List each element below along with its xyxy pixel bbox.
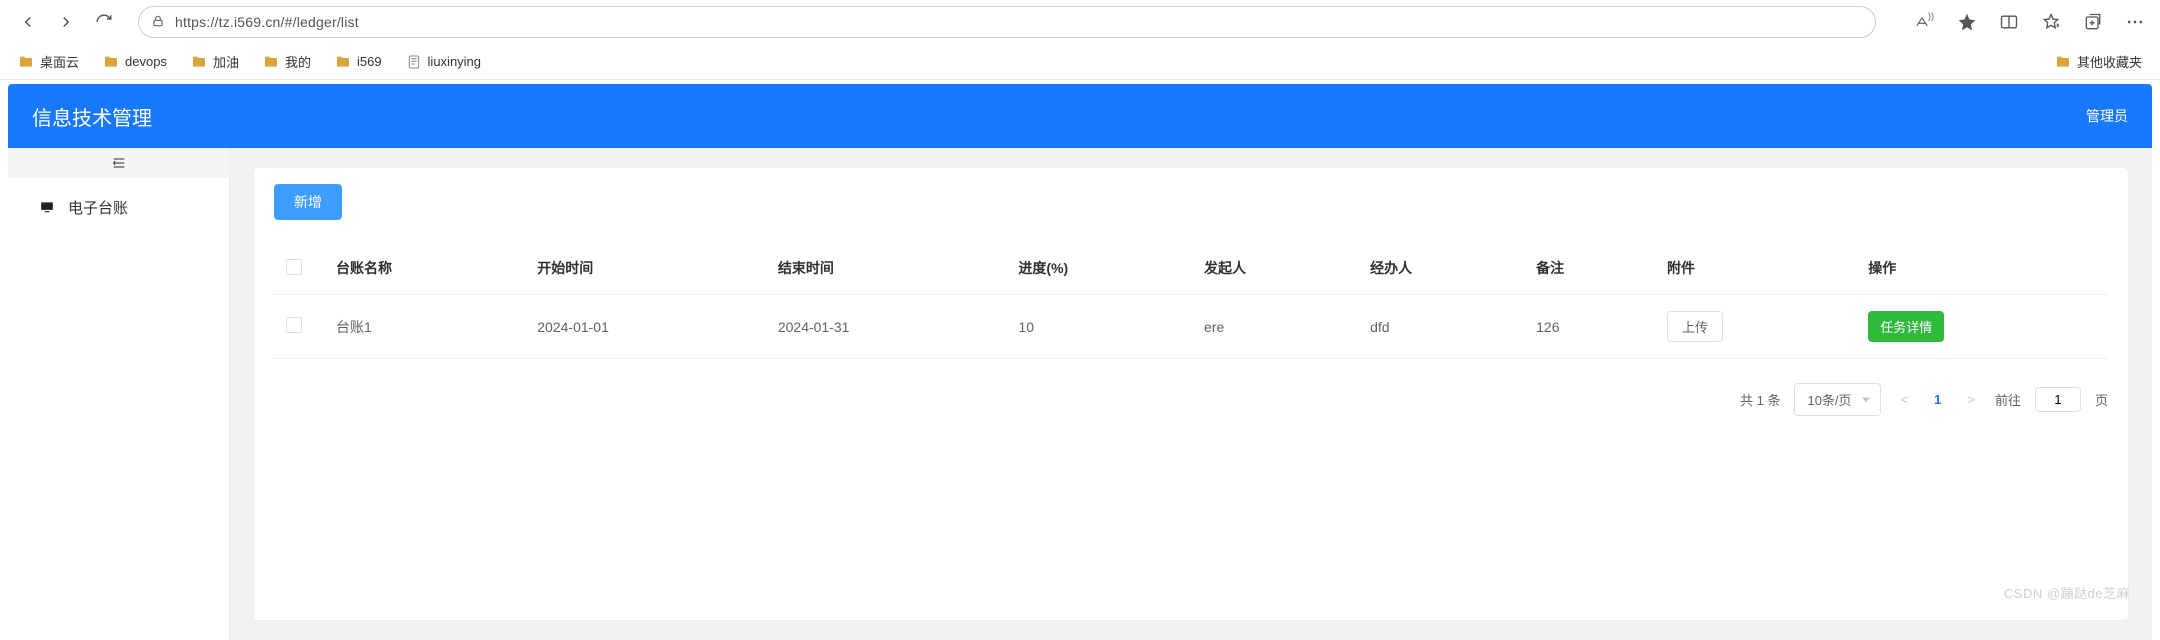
browser-toolbar: https://tz.i569.cn/#/ledger/list ))	[0, 0, 2160, 44]
sidebar-item-ledger[interactable]: 电子台账	[8, 178, 229, 236]
table-row: 台账1 2024-01-01 2024-01-31 10 ere dfd 126…	[274, 295, 2108, 359]
page-size-select[interactable]: 10条/页	[1794, 383, 1880, 416]
col-progress: 进度(%)	[1006, 242, 1192, 295]
next-page-button[interactable]: >	[1961, 388, 1981, 411]
content-card: 新增 台账名称 开始时间 结束时间 进度(%) 发起人 经办人 备注 附件 操作	[254, 168, 2128, 620]
sidebar-collapse-toggle[interactable]	[8, 148, 229, 178]
col-end: 结束时间	[766, 242, 1007, 295]
current-page[interactable]: 1	[1928, 392, 1947, 407]
col-action: 操作	[1856, 242, 2108, 295]
refresh-button[interactable]	[90, 8, 118, 36]
bookmark-folder[interactable]: i569	[335, 54, 382, 70]
more-icon[interactable]	[2124, 11, 2146, 33]
sidebar: 电子台账	[8, 148, 230, 640]
select-all-checkbox[interactable]	[286, 259, 302, 275]
pagination-total: 共 1 条	[1740, 390, 1780, 409]
bookmarks-bar: 桌面云 devops 加油 我的 i569 liuxinying 其他收藏夹	[0, 44, 2160, 80]
cell-start: 2024-01-01	[525, 295, 766, 359]
sidebar-item-label: 电子台账	[68, 197, 128, 218]
app-header: 信息技术管理 管理员	[8, 84, 2152, 148]
col-handler: 经办人	[1358, 242, 1524, 295]
cell-end: 2024-01-31	[766, 295, 1007, 359]
cell-initiator: ere	[1192, 295, 1358, 359]
address-bar[interactable]: https://tz.i569.cn/#/ledger/list	[138, 6, 1876, 38]
bookmark-folder[interactable]: 桌面云	[18, 52, 79, 71]
browser-right-icons: ))	[1914, 11, 2146, 33]
back-button[interactable]	[14, 8, 42, 36]
url-text: https://tz.i569.cn/#/ledger/list	[175, 14, 1863, 30]
pagination: 共 1 条 10条/页 < 1 > 前往 页	[274, 383, 2108, 416]
forward-button[interactable]	[52, 8, 80, 36]
read-aloud-icon[interactable]: ))	[1914, 11, 1936, 33]
ledger-table: 台账名称 开始时间 结束时间 进度(%) 发起人 经办人 备注 附件 操作 台	[274, 242, 2108, 359]
app-body: 电子台账 新增 台账名称 开始时间 结束时间 进度(%) 发起人 经办人 备注	[8, 148, 2152, 640]
page-suffix: 页	[2095, 390, 2108, 409]
main-content: 新增 台账名称 开始时间 结束时间 进度(%) 发起人 经办人 备注 附件 操作	[230, 148, 2152, 640]
col-attachment: 附件	[1655, 242, 1856, 295]
admin-label[interactable]: 管理员	[2086, 106, 2128, 126]
task-detail-button[interactable]: 任务详情	[1868, 311, 1944, 342]
monitor-icon	[38, 200, 56, 214]
split-screen-icon[interactable]	[1998, 11, 2020, 33]
lock-icon	[151, 14, 165, 31]
watermark: CSDN @蹦跶de芝麻	[2004, 583, 2130, 602]
cell-progress: 10	[1006, 295, 1192, 359]
table-header-row: 台账名称 开始时间 结束时间 进度(%) 发起人 经办人 备注 附件 操作	[274, 242, 2108, 295]
favorites-icon[interactable]	[2040, 11, 2062, 33]
other-bookmarks[interactable]: 其他收藏夹	[2055, 52, 2142, 71]
collections-icon[interactable]	[2082, 11, 2104, 33]
cell-name: 台账1	[324, 295, 525, 359]
upload-button[interactable]: 上传	[1667, 311, 1723, 342]
add-button[interactable]: 新增	[274, 184, 342, 220]
bookmark-folder[interactable]: 我的	[263, 52, 311, 71]
cell-handler: dfd	[1358, 295, 1524, 359]
prev-page-button[interactable]: <	[1895, 388, 1915, 411]
app-title: 信息技术管理	[32, 102, 152, 131]
favorite-star-icon[interactable]	[1956, 11, 1978, 33]
goto-page-input[interactable]	[2035, 387, 2081, 412]
col-start: 开始时间	[525, 242, 766, 295]
bookmark-page[interactable]: liuxinying	[406, 54, 481, 70]
bookmark-folder[interactable]: devops	[103, 54, 167, 70]
col-initiator: 发起人	[1192, 242, 1358, 295]
col-remark: 备注	[1524, 242, 1655, 295]
goto-label: 前往	[1995, 390, 2021, 409]
cell-remark: 126	[1524, 295, 1655, 359]
col-name: 台账名称	[324, 242, 525, 295]
row-checkbox[interactable]	[286, 317, 302, 333]
bookmark-folder[interactable]: 加油	[191, 52, 239, 71]
